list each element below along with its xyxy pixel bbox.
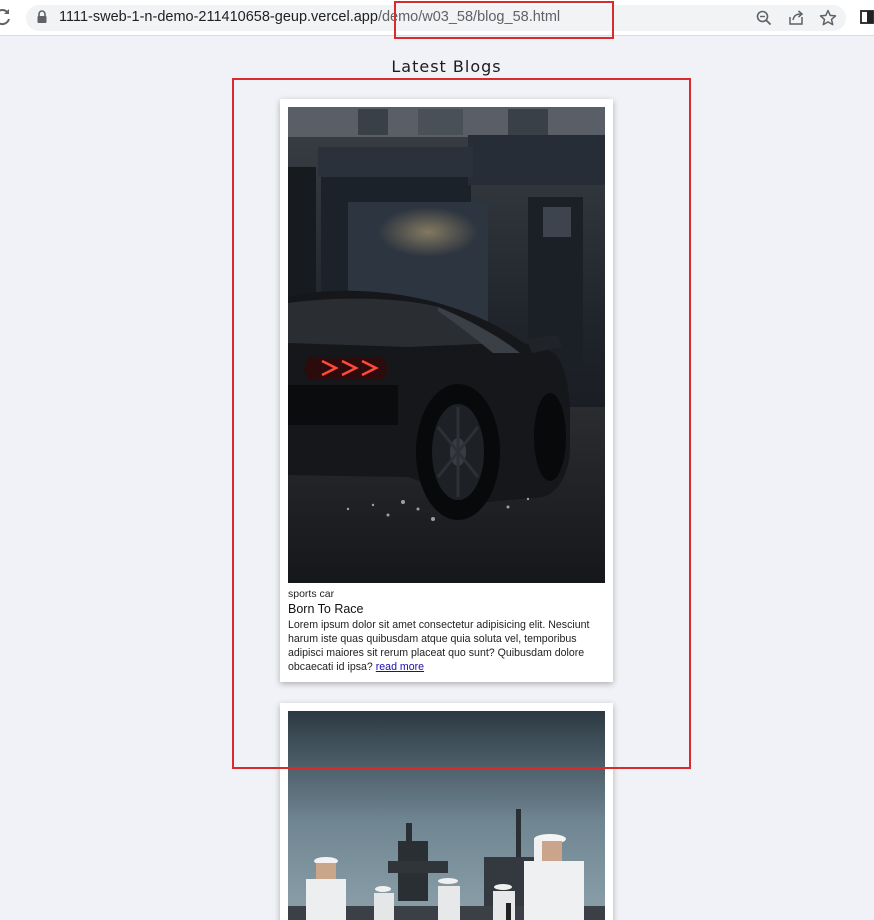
url-host: 1111-sweb-1-n-demo-211410658-geup.vercel… <box>59 9 378 25</box>
reload-icon[interactable] <box>0 8 12 26</box>
lock-icon[interactable] <box>36 10 48 24</box>
side-panel-icon[interactable] <box>860 10 874 24</box>
page-title: Latest Blogs <box>391 57 502 76</box>
star-icon[interactable] <box>818 8 838 28</box>
card-highlight-box <box>232 78 691 769</box>
url-highlight-box <box>394 1 614 39</box>
zoom-icon[interactable] <box>754 8 774 28</box>
share-icon[interactable] <box>786 8 806 28</box>
